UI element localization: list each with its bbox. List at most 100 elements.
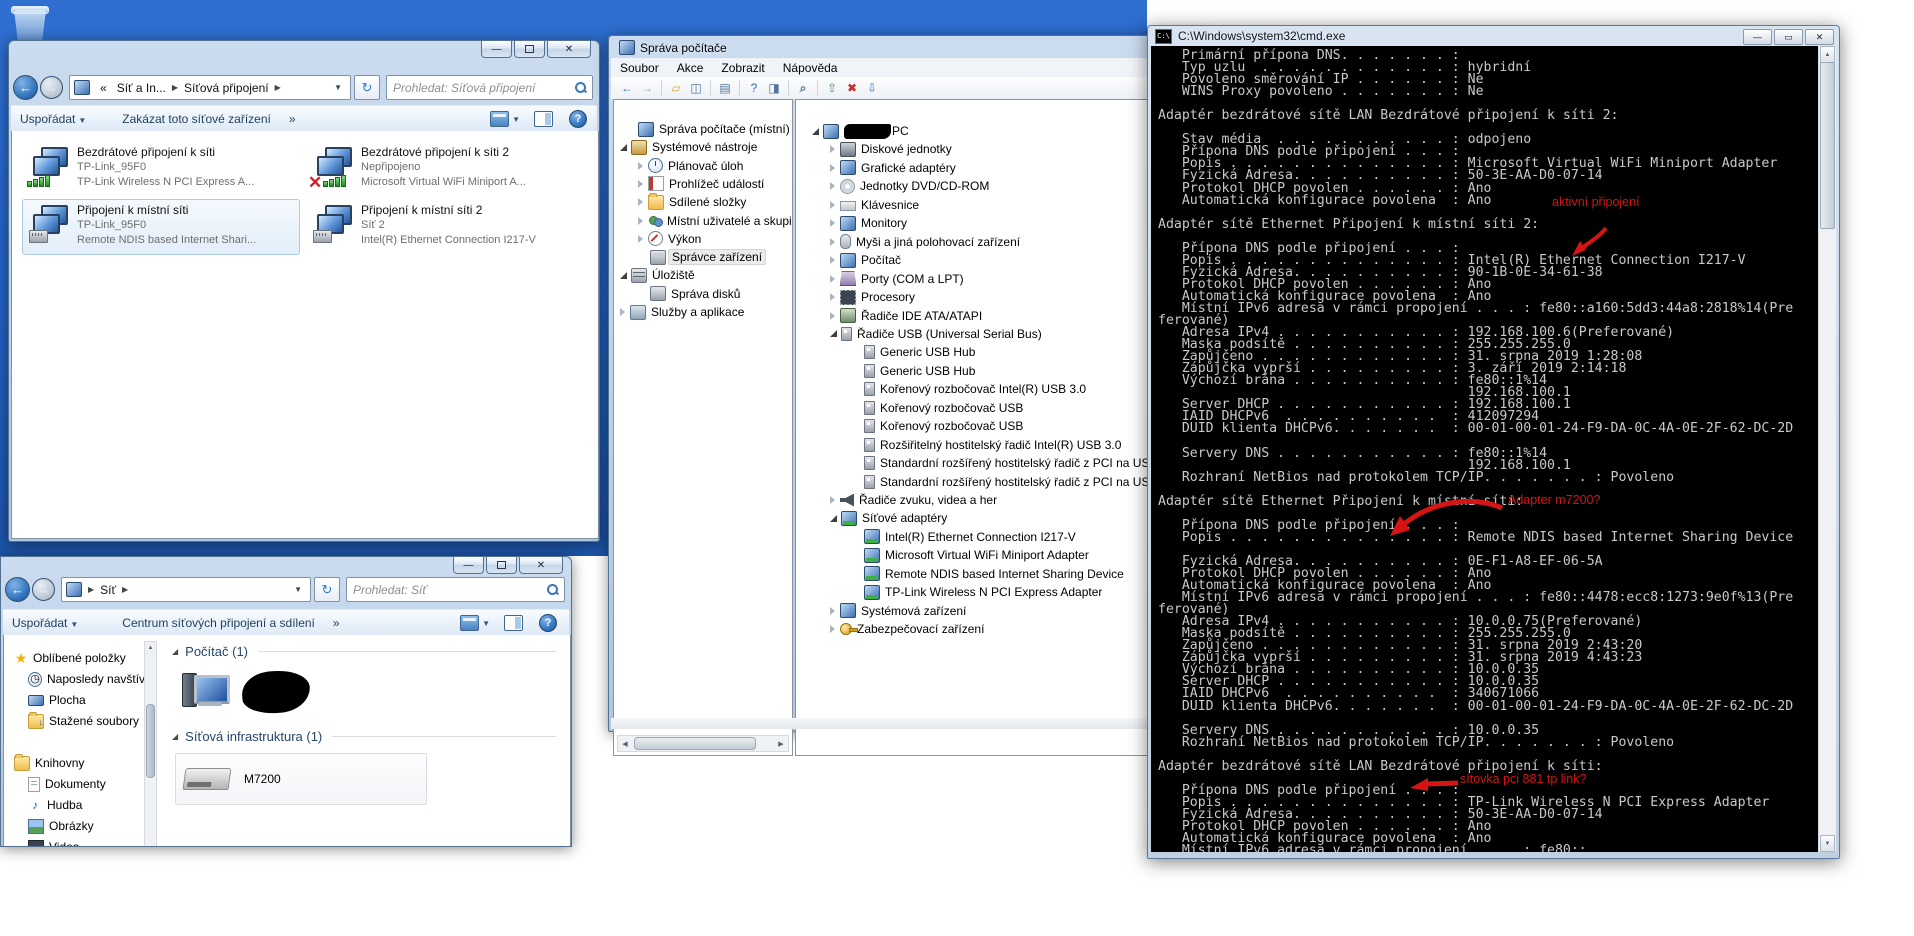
expand-arrow-icon[interactable]	[620, 308, 625, 316]
device-tree-item[interactable]: Remote NDIS based Internet Sharing Devic…	[796, 565, 1206, 583]
expand-arrow-icon[interactable]	[830, 256, 835, 264]
expand-arrow-icon[interactable]	[638, 180, 643, 188]
chevron-down-icon[interactable]: ▼	[512, 115, 520, 124]
menu-item-nápověda[interactable]: Nápověda	[774, 61, 847, 75]
update-driver-icon[interactable]: ⇧	[823, 80, 841, 97]
console-tree-item[interactable]: Místní uživatelé a skupiny	[614, 212, 792, 230]
uninstall-device-icon[interactable]: ✖	[843, 80, 861, 97]
back-icon[interactable]: ←	[618, 80, 636, 97]
refresh-button[interactable]: ↻	[354, 75, 380, 100]
expand-arrow-icon[interactable]	[830, 182, 835, 190]
scroll-left-icon[interactable]: ◀	[618, 737, 632, 750]
minimize-button[interactable]: —	[481, 41, 512, 58]
connection-item[interactable]: Připojení k místní síti 2Síť 2Intel(R) E…	[306, 199, 584, 255]
device-tree-item[interactable]: TP-Link Wireless N PCI Express Adapter	[796, 583, 1206, 601]
menu-item-zobrazit[interactable]: Zobrazit	[712, 61, 773, 75]
help-button[interactable]: ?	[539, 614, 557, 632]
preview-pane-button[interactable]	[534, 111, 553, 127]
console-tree-item[interactable]: Správce zařízení	[614, 248, 792, 266]
action-pane-icon[interactable]: ◨	[765, 80, 783, 97]
device-tree-item[interactable]: Procesory	[796, 288, 1206, 306]
close-button[interactable]: ✕	[547, 41, 591, 58]
expand-arrow-icon[interactable]	[638, 198, 643, 206]
search-input[interactable]: Prohledat: Síť	[346, 577, 565, 602]
device-tree-item[interactable]: Microsoft Virtual WiFi Miniport Adapter	[796, 546, 1206, 564]
help-icon[interactable]: ?	[745, 80, 763, 97]
collapse-triangle-icon[interactable]: ◢	[172, 732, 178, 741]
sidebar-item-libraries[interactable]: Knihovny	[14, 754, 142, 772]
device-tree-item[interactable]: Zabezpečovací zařízení	[796, 620, 1206, 638]
scroll-up-icon[interactable]: ▲	[1820, 46, 1835, 63]
device-tree-item[interactable]: Síťové adaptéry	[796, 509, 1206, 527]
device-tree-item[interactable]: Rozšiřitelný hostitelský řadič Intel(R) …	[796, 436, 1206, 454]
maximize-button[interactable]	[514, 41, 545, 58]
expand-arrow-icon[interactable]	[830, 275, 835, 283]
expand-arrow-icon[interactable]	[830, 312, 835, 320]
sidebar-scrollbar[interactable]: ▲	[144, 641, 157, 847]
address-bar[interactable]: ▶ Síť ▶ ▼	[61, 577, 311, 602]
collapse-arrow-icon[interactable]	[830, 330, 837, 337]
network-center-button[interactable]: Centrum síťových připojení a sdílení	[113, 616, 324, 630]
scrollbar-thumb[interactable]	[634, 737, 756, 750]
maximize-button[interactable]: ▭	[1774, 29, 1803, 45]
sidebar-item-videos[interactable]: Videa	[28, 838, 156, 847]
expand-arrow-icon[interactable]	[830, 238, 835, 246]
console-tree-item[interactable]: Sdílené složky	[614, 193, 792, 211]
scan-hw-changes-icon[interactable]: ⇩	[863, 80, 881, 97]
router-item[interactable]: M7200	[175, 753, 427, 805]
organize-menu[interactable]: Uspořádat▼	[3, 616, 87, 630]
console-tree-item[interactable]: Výkon	[614, 230, 792, 248]
cmd-scrollbar[interactable]: ▲ ▼	[1818, 46, 1836, 852]
help-button[interactable]: ?	[569, 110, 587, 128]
collapse-arrow-icon[interactable]	[620, 144, 627, 151]
preview-pane-button[interactable]	[504, 615, 523, 631]
device-tree-item[interactable]: Řadiče zvuku, videa a her	[796, 491, 1206, 509]
scroll-right-icon[interactable]: ▶	[774, 737, 788, 750]
chevron-down-icon[interactable]: ▼	[482, 619, 490, 628]
expand-arrow-icon[interactable]	[830, 496, 835, 504]
menu-item-soubor[interactable]: Soubor	[611, 61, 668, 75]
device-tree-item[interactable]: Monitory	[796, 214, 1206, 232]
toggle-tree-icon[interactable]: ◫	[687, 80, 705, 97]
computer-item[interactable]	[180, 671, 340, 721]
expand-arrow-icon[interactable]	[830, 625, 835, 633]
tree-horizontal-scrollbar[interactable]: ◀ ▶	[617, 735, 789, 752]
device-tree-item[interactable]: Jednotky DVD/CD-ROM	[796, 177, 1206, 195]
device-tree-item[interactable]: Řadiče USB (Universal Serial Bus)	[796, 325, 1206, 343]
sidebar-item-documents[interactable]: Dokumenty	[28, 775, 156, 793]
expand-arrow-icon[interactable]	[638, 235, 643, 243]
breadcrumb-arrow-icon[interactable]: ▶	[274, 83, 282, 92]
expand-arrow-icon[interactable]	[830, 164, 835, 172]
device-tree-item[interactable]: Grafické adaptéry	[796, 159, 1206, 177]
menu-item-akce[interactable]: Akce	[668, 61, 713, 75]
expand-arrow-icon[interactable]	[638, 162, 643, 170]
sidebar-item-pictures[interactable]: Obrázky	[28, 817, 156, 835]
console-tree-item[interactable]: Plánovač úloh	[614, 157, 792, 175]
connection-item[interactable]: ✕Bezdrátové připojení k síti 2Nepřipojen…	[306, 141, 584, 197]
console-tree-item[interactable]: Prohlížeč událostí	[614, 175, 792, 193]
breadcrumb-segment[interactable]: Síť a In...	[112, 81, 171, 95]
breadcrumb-segment[interactable]: Síťová připojení	[179, 81, 274, 95]
views-button[interactable]	[460, 615, 479, 631]
scrollbar-thumb[interactable]	[146, 704, 155, 778]
cmd-title-bar[interactable]: C:\ C:\Windows\system32\cmd.exe	[1148, 26, 1839, 46]
export-list-icon[interactable]: ▤	[716, 80, 734, 97]
collapse-arrow-icon[interactable]	[830, 515, 837, 522]
back-button[interactable]: ←	[5, 577, 30, 602]
device-tree-item[interactable]: Kořenový rozbočovač USB	[796, 417, 1206, 435]
collapse-triangle-icon[interactable]: ◢	[172, 647, 178, 656]
device-tree-item[interactable]: Kořenový rozbočovač Intel(R) USB 3.0	[796, 380, 1206, 398]
sidebar-item-star[interactable]: ★Oblíbené položky	[14, 649, 142, 667]
folder-icon[interactable]: ▱	[667, 80, 685, 97]
expand-arrow-icon[interactable]	[638, 217, 643, 225]
address-dropdown-icon[interactable]: ▼	[330, 83, 346, 92]
device-tree-item[interactable]: Myši a jiná polohovací zařízení	[796, 233, 1206, 251]
collapse-arrow-icon[interactable]	[812, 128, 819, 135]
console-tree-item[interactable]: Úložiště	[614, 266, 792, 284]
breadcrumb-arrow-icon[interactable]: ▶	[87, 585, 95, 594]
console-tree-item[interactable]: Systémové nástroje	[614, 138, 792, 156]
device-tree-item[interactable]: Porty (COM a LPT)	[796, 270, 1206, 288]
back-button[interactable]: ←	[13, 75, 38, 100]
breadcrumb-arrow-icon[interactable]: ▶	[121, 585, 129, 594]
expand-arrow-icon[interactable]	[830, 145, 835, 153]
